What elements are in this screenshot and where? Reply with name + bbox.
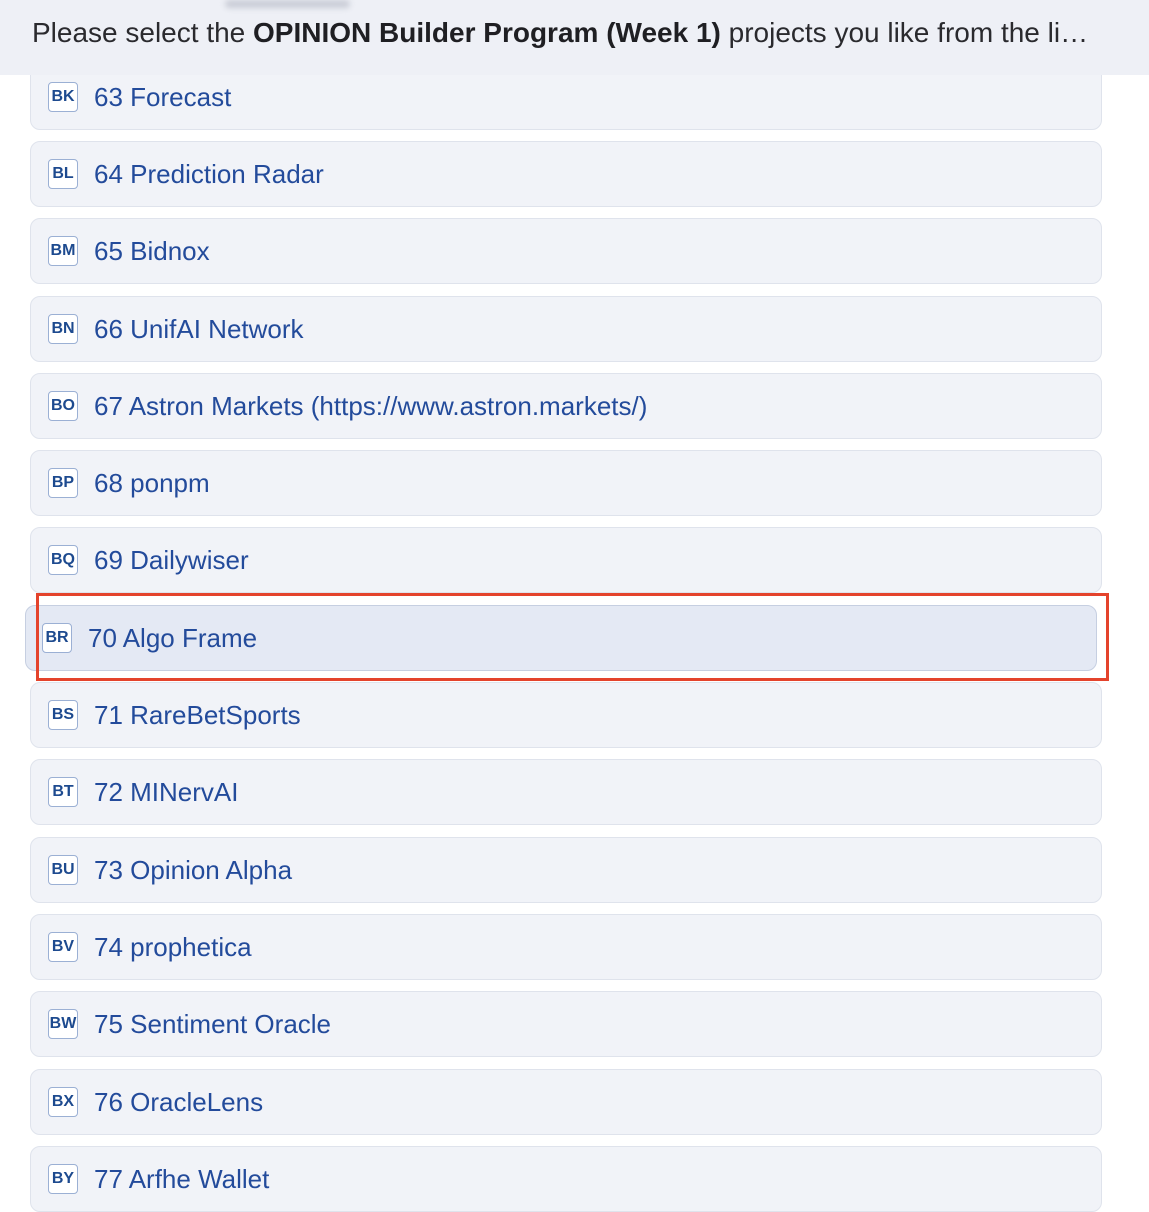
option-key-badge: BP [48, 468, 78, 498]
option-69-dailywiser[interactable]: BQ 69 Dailywiser [30, 527, 1102, 593]
option-66-unifai-network[interactable]: BN 66 UnifAI Network [30, 296, 1102, 362]
option-key-badge: BO [48, 391, 78, 421]
option-label: 66 UnifAI Network [94, 313, 304, 344]
option-67-astron-markets[interactable]: BO 67 Astron Markets (https://www.astron… [30, 373, 1102, 439]
option-key-badge: BS [48, 700, 78, 730]
option-key-badge: BT [48, 777, 78, 807]
option-74-prophetica[interactable]: BV 74 prophetica [30, 914, 1102, 980]
option-key-badge: BN [48, 314, 78, 344]
option-label: 76 OracleLens [94, 1086, 264, 1117]
option-label: 70 Algo Frame [88, 622, 258, 653]
option-key-badge: BX [48, 1087, 78, 1117]
question-text-suffix: projects you like from the li… [720, 17, 1089, 48]
option-key-badge: BL [48, 159, 78, 189]
option-70-algo-frame[interactable]: BR 70 Algo Frame [25, 605, 1097, 671]
option-key-badge: BV [48, 932, 78, 962]
option-key-badge: BW [48, 1009, 78, 1039]
option-label: 64 Prediction Radar [94, 158, 324, 189]
option-76-oraclelens[interactable]: BX 76 OracleLens [30, 1069, 1102, 1135]
option-label: 65 Bidnox [94, 235, 210, 266]
option-label: 73 Opinion Alpha [94, 854, 293, 885]
question-text-bold: OPINION Builder Program (Week 1) [253, 17, 721, 48]
option-key-badge: BK [48, 82, 78, 112]
option-key-badge: BQ [48, 545, 78, 575]
option-label: 63 Forecast [94, 81, 232, 112]
option-65-bidnox[interactable]: BM 65 Bidnox [30, 218, 1102, 284]
options-list: BK 63 Forecast BL 64 Prediction Radar BM… [0, 0, 1149, 1212]
option-key-badge: BU [48, 855, 78, 885]
option-label: 75 Sentiment Oracle [94, 1008, 332, 1039]
question-text-prefix: Please select the [32, 17, 254, 48]
option-label: 69 Dailywiser [94, 544, 249, 575]
option-label: 71 RareBetSports [94, 699, 301, 730]
question-header: Please select the OPINION Builder Progra… [0, 0, 1149, 75]
option-label: 72 MINervAI [94, 776, 239, 807]
option-64-prediction-radar[interactable]: BL 64 Prediction Radar [30, 141, 1102, 207]
option-72-minervai[interactable]: BT 72 MINervAI [30, 759, 1102, 825]
option-label: 68 ponpm [94, 467, 210, 498]
option-key-badge: BM [48, 236, 78, 266]
option-label: 74 prophetica [94, 931, 252, 962]
option-label: 67 Astron Markets (https://www.astron.ma… [94, 390, 648, 421]
option-75-sentiment-oracle[interactable]: BW 75 Sentiment Oracle [30, 991, 1102, 1057]
option-71-rarebetsports[interactable]: BS 71 RareBetSports [30, 682, 1102, 748]
option-73-opinion-alpha[interactable]: BU 73 Opinion Alpha [30, 837, 1102, 903]
option-68-ponpm[interactable]: BP 68 ponpm [30, 450, 1102, 516]
option-key-badge: BY [48, 1164, 78, 1194]
redacted-blur [225, 0, 350, 8]
option-label: 77 Arfhe Wallet [94, 1163, 270, 1194]
option-key-badge: BR [42, 623, 72, 653]
option-77-arfhe-wallet[interactable]: BY 77 Arfhe Wallet [30, 1146, 1102, 1212]
